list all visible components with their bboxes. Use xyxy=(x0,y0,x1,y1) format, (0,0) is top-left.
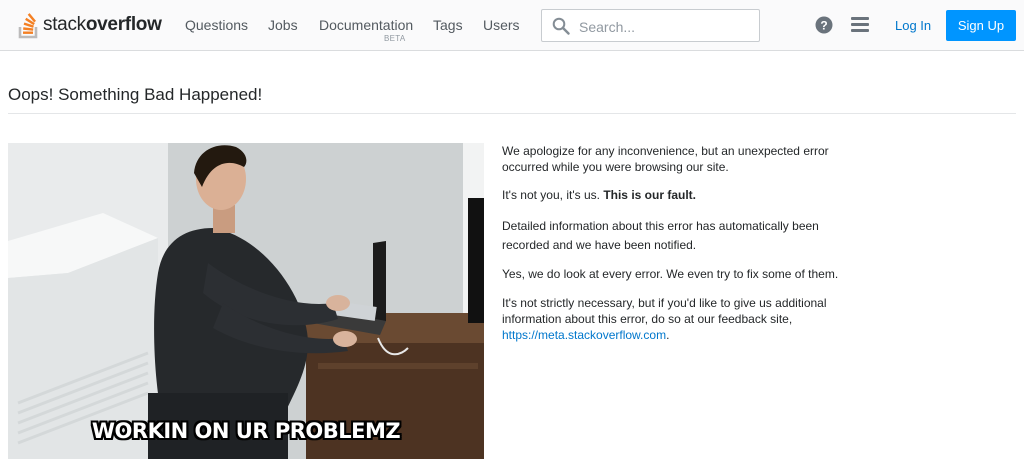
stackoverflow-logo[interactable]: stackoverflow xyxy=(18,10,162,40)
top-bar: stackoverflow Questions Jobs Documentati… xyxy=(0,0,1024,51)
documentation-beta-badge: BETA xyxy=(384,34,406,43)
meme-caption: WORKIN ON UR PROBLEMZ xyxy=(91,419,401,443)
hamburger-menu-icon[interactable] xyxy=(851,17,869,33)
title-divider xyxy=(8,113,1016,114)
not-you-paragraph: It's not you, it's us. This is our fault… xyxy=(502,187,862,203)
logo-wordmark: stackoverflow xyxy=(43,14,162,36)
login-link[interactable]: Log In xyxy=(895,18,931,33)
help-icon[interactable]: ? xyxy=(815,16,833,34)
signup-button[interactable]: Sign Up xyxy=(946,10,1016,41)
error-recorded-paragraph: Detailed information about this error ha… xyxy=(502,219,819,252)
nav-questions[interactable]: Questions xyxy=(185,17,248,33)
nav-tags[interactable]: Tags xyxy=(433,17,463,33)
svg-text:?: ? xyxy=(820,19,827,33)
search-icon xyxy=(552,17,570,35)
stack-logo-icon xyxy=(18,13,38,39)
feedback-paragraph: It's not strictly necessary, but if you'… xyxy=(502,295,862,343)
fix-errors-paragraph: Yes, we do look at every error. We even … xyxy=(502,267,839,281)
our-fault-text: This is our fault. xyxy=(603,188,696,202)
nav-users[interactable]: Users xyxy=(483,17,520,33)
error-meme-image: WORKIN ON UR PROBLEMZ xyxy=(8,143,484,459)
meme-photo-illustration xyxy=(8,143,484,459)
nav-documentation[interactable]: Documentation xyxy=(319,17,413,33)
search-box xyxy=(541,9,760,42)
search-input[interactable] xyxy=(577,15,756,38)
feedback-text: It's not strictly necessary, but if you'… xyxy=(502,296,827,326)
not-you-text: It's not you, it's us. xyxy=(502,188,600,202)
logo-text-bold: overflow xyxy=(85,14,162,35)
page-title: Oops! Something Bad Happened! xyxy=(8,85,263,104)
apology-paragraph: We apologize for any inconvenience, but … xyxy=(502,144,829,174)
feedback-end-punctuation: . xyxy=(666,328,670,342)
meta-feedback-link[interactable]: https://meta.stackoverflow.com xyxy=(502,328,666,342)
logo-text-light: stack xyxy=(43,14,86,35)
nav-jobs[interactable]: Jobs xyxy=(268,17,298,33)
